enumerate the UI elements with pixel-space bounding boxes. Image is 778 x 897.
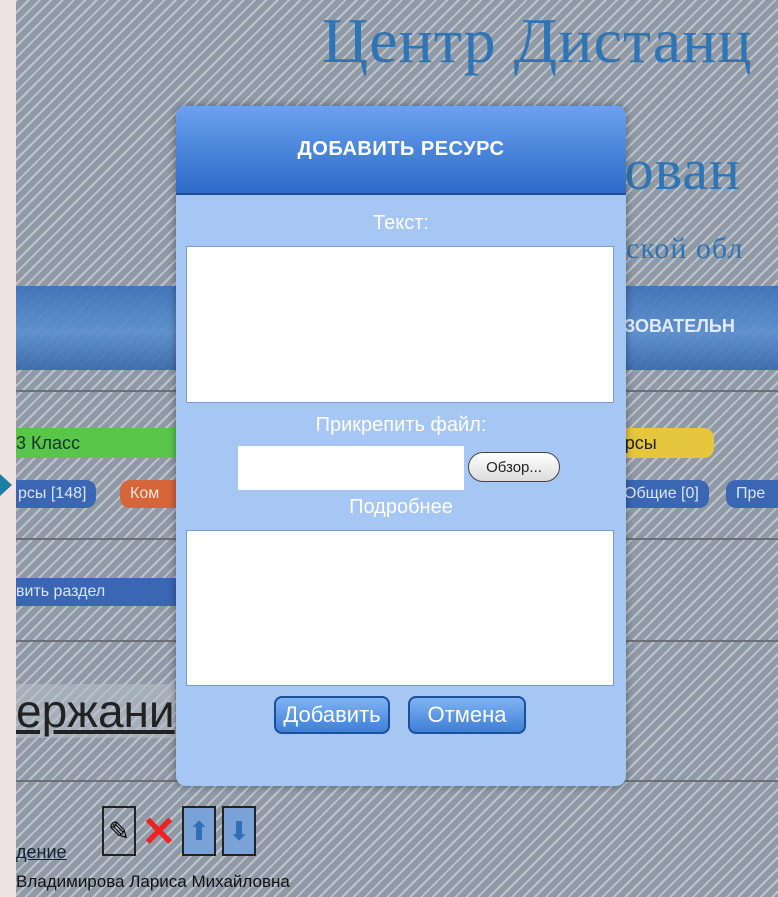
add-resource-dialog: ДОБАВИТЬ РЕСУРС Текст: Прикрепить файл: … <box>176 106 626 786</box>
edit-icon[interactable]: ✎ <box>102 806 136 856</box>
browse-button[interactable]: Обзор... <box>468 452 560 482</box>
move-up-icon[interactable]: ⬆ <box>182 806 216 856</box>
item-link[interactable]: дение <box>16 842 67 863</box>
class-tag[interactable]: 3 Класс <box>16 428 188 458</box>
cancel-button[interactable]: Отмена <box>408 696 526 734</box>
details-field[interactable] <box>186 530 614 686</box>
dialog-title: ДОБАВИТЬ РЕСУРС <box>297 138 505 160</box>
tab-resources[interactable]: рсы [148] <box>16 480 97 508</box>
tab-general[interactable]: Общие [0] <box>614 480 709 508</box>
details-label: Подробнее <box>349 496 453 518</box>
slide-arrow-icon[interactable] <box>0 474 12 496</box>
tab-more[interactable]: Пре <box>726 480 778 508</box>
delete-icon[interactable]: ✕ <box>141 806 176 856</box>
item-toolbar: ✎ ✕ ⬆ ⬇ <box>102 806 256 856</box>
site-title-line3: ской обл <box>626 232 744 265</box>
content-heading: ержани <box>16 684 175 738</box>
nav-band-text[interactable]: ЗОВАТЕЛЬН <box>624 316 735 337</box>
attach-file-label: Прикрепить файл: <box>315 414 487 436</box>
text-label: Текст: <box>373 212 429 234</box>
add-button[interactable]: Добавить <box>274 696 390 734</box>
author-name: Владимирова Лариса Михайловна <box>16 872 290 891</box>
text-field[interactable] <box>186 246 614 403</box>
site-title-line1: Центр Дистанц <box>322 5 753 76</box>
file-path-input[interactable] <box>238 446 464 490</box>
add-section-button[interactable]: вить раздел <box>16 578 186 606</box>
move-down-icon[interactable]: ⬇ <box>222 806 256 856</box>
dialog-header: ДОБАВИТЬ РЕСУРС <box>176 106 626 195</box>
